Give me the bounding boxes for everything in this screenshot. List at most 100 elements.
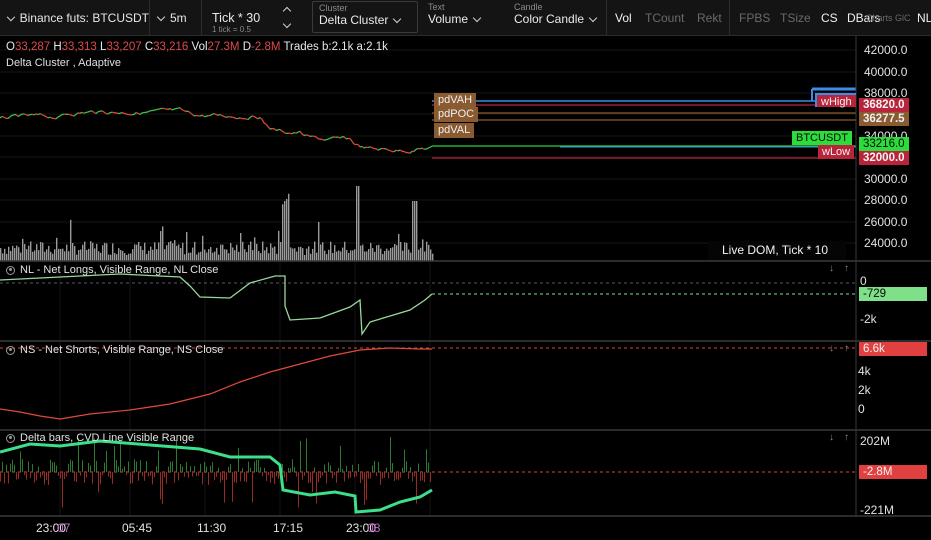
text-selector[interactable]: Text Volume bbox=[428, 1, 504, 35]
delta-bar bbox=[308, 472, 309, 484]
arrow-up-icon[interactable]: ↑ bbox=[844, 343, 849, 354]
volume-bar bbox=[340, 251, 342, 261]
price-candle bbox=[349, 138, 353, 142]
volume-bar bbox=[84, 241, 86, 261]
delta-bar bbox=[196, 472, 197, 477]
price-candle bbox=[45, 115, 49, 119]
volume-bar bbox=[252, 250, 254, 261]
price-candle bbox=[111, 111, 115, 114]
arrow-down-icon[interactable]: ↓ bbox=[829, 343, 834, 354]
cs-button[interactable]: CS bbox=[821, 0, 838, 36]
delta-bar bbox=[410, 467, 411, 472]
chevron-up-icon[interactable] bbox=[282, 6, 292, 16]
price-candle bbox=[33, 113, 37, 116]
volume-bar bbox=[32, 251, 34, 261]
volume-bar bbox=[130, 253, 132, 261]
delta-bar bbox=[138, 472, 139, 481]
volume-bar bbox=[332, 252, 334, 261]
price-candle bbox=[231, 116, 235, 119]
aggregation-stepper[interactable] bbox=[282, 5, 292, 29]
cluster-selector[interactable]: Cluster Delta Cluster bbox=[312, 1, 418, 33]
db-pane-title: Delta bars, CVD Line Visible Range bbox=[20, 432, 195, 444]
tcount-button[interactable]: TCount bbox=[645, 0, 684, 36]
ns-pane-label[interactable]: NS - Net Shorts, Visible Range, NS Close bbox=[6, 344, 223, 356]
volume-bar bbox=[342, 247, 344, 261]
delta-bar bbox=[322, 472, 323, 476]
volume-bar bbox=[378, 244, 380, 261]
volume-bar bbox=[50, 251, 52, 261]
nl-button[interactable]: NL bbox=[917, 0, 931, 36]
delta-bar bbox=[198, 472, 199, 476]
arrow-up-icon[interactable]: ↑ bbox=[844, 263, 849, 274]
delta-bar bbox=[348, 472, 349, 479]
price-candle bbox=[101, 110, 105, 113]
price-candle bbox=[125, 113, 129, 116]
price-candle bbox=[375, 148, 379, 151]
delta-bar bbox=[166, 472, 167, 484]
price-candle bbox=[249, 115, 253, 118]
charts-button[interactable]: Charts bbox=[866, 0, 893, 36]
arrow-down-icon[interactable]: ↓ bbox=[829, 263, 834, 274]
delta-bar bbox=[328, 462, 329, 472]
symbol-selector[interactable]: Binance futs: BTCUSDT bbox=[0, 0, 150, 36]
delta-value: -2.8M bbox=[251, 41, 281, 53]
price-candle bbox=[357, 144, 361, 148]
delta-bar bbox=[160, 472, 161, 500]
volume-bar bbox=[2, 253, 4, 261]
db-axis-1: -221M bbox=[860, 503, 895, 517]
volume-bar bbox=[306, 248, 308, 261]
vol-button[interactable]: Vol bbox=[615, 0, 632, 36]
live-dom-label[interactable]: Live DOM, Tick * 10 bbox=[708, 241, 846, 260]
volume-bar bbox=[48, 245, 50, 261]
gear-icon[interactable] bbox=[6, 345, 15, 355]
volume-bar bbox=[112, 243, 114, 261]
delta-bar bbox=[276, 472, 277, 477]
volume-bar bbox=[26, 249, 28, 261]
volume-bar bbox=[304, 254, 306, 261]
db-pane-label[interactable]: Delta bars, CVD Line Visible Range bbox=[6, 432, 194, 444]
time-mark: 08 bbox=[367, 521, 381, 535]
delta-bar bbox=[312, 472, 313, 493]
volume-bar bbox=[300, 246, 302, 261]
arrow-up-icon[interactable]: ↑ bbox=[844, 432, 849, 443]
fpbs-button[interactable]: FPBS bbox=[739, 0, 770, 36]
delta-bar bbox=[270, 472, 271, 483]
timeframe-selector[interactable]: 5m bbox=[150, 0, 202, 36]
gear-icon[interactable] bbox=[6, 433, 15, 443]
delta-bar bbox=[248, 461, 249, 472]
delta-bar bbox=[332, 472, 333, 479]
volume-bar bbox=[74, 246, 76, 261]
delta-bar bbox=[366, 472, 367, 500]
volume-bar bbox=[386, 248, 388, 261]
volume-bar bbox=[194, 241, 196, 261]
ns-value-tag: 6.6k bbox=[859, 342, 927, 356]
volume-bar bbox=[92, 242, 94, 261]
delta-bar bbox=[330, 465, 331, 472]
glc-button[interactable]: GlC bbox=[895, 0, 911, 36]
delta-bar bbox=[184, 472, 185, 477]
rekt-button[interactable]: Rekt bbox=[697, 0, 722, 36]
volume-bar bbox=[220, 244, 222, 261]
volume-bar bbox=[366, 251, 368, 261]
ns-axis-2: 0 bbox=[858, 402, 865, 416]
delta-bar bbox=[400, 472, 401, 478]
volume-value: 27.3M bbox=[207, 41, 240, 53]
aggregation-selector[interactable]: Tick * 30 1 tick = 0.5 bbox=[212, 1, 308, 35]
volume-bar bbox=[190, 252, 192, 261]
delta-bar bbox=[256, 459, 257, 472]
candle-selector[interactable]: Candle Color Candle bbox=[514, 1, 606, 35]
price-candle bbox=[23, 113, 27, 116]
delta-bar bbox=[150, 472, 151, 476]
arrow-down-icon[interactable]: ↓ bbox=[829, 432, 834, 443]
tsize-button[interactable]: TSize bbox=[780, 0, 811, 36]
price-candle bbox=[73, 113, 77, 117]
price-candle bbox=[217, 113, 221, 116]
delta-bar bbox=[396, 472, 397, 480]
delta-bar bbox=[130, 472, 131, 484]
volume-bar bbox=[222, 244, 224, 261]
volume-bar bbox=[368, 248, 370, 261]
nl-pane-label[interactable]: NL - Net Longs, Visible Range, NL Close bbox=[6, 264, 218, 276]
gear-icon[interactable] bbox=[6, 265, 15, 275]
chevron-down-icon[interactable] bbox=[282, 19, 292, 29]
volume-bar bbox=[214, 251, 216, 261]
